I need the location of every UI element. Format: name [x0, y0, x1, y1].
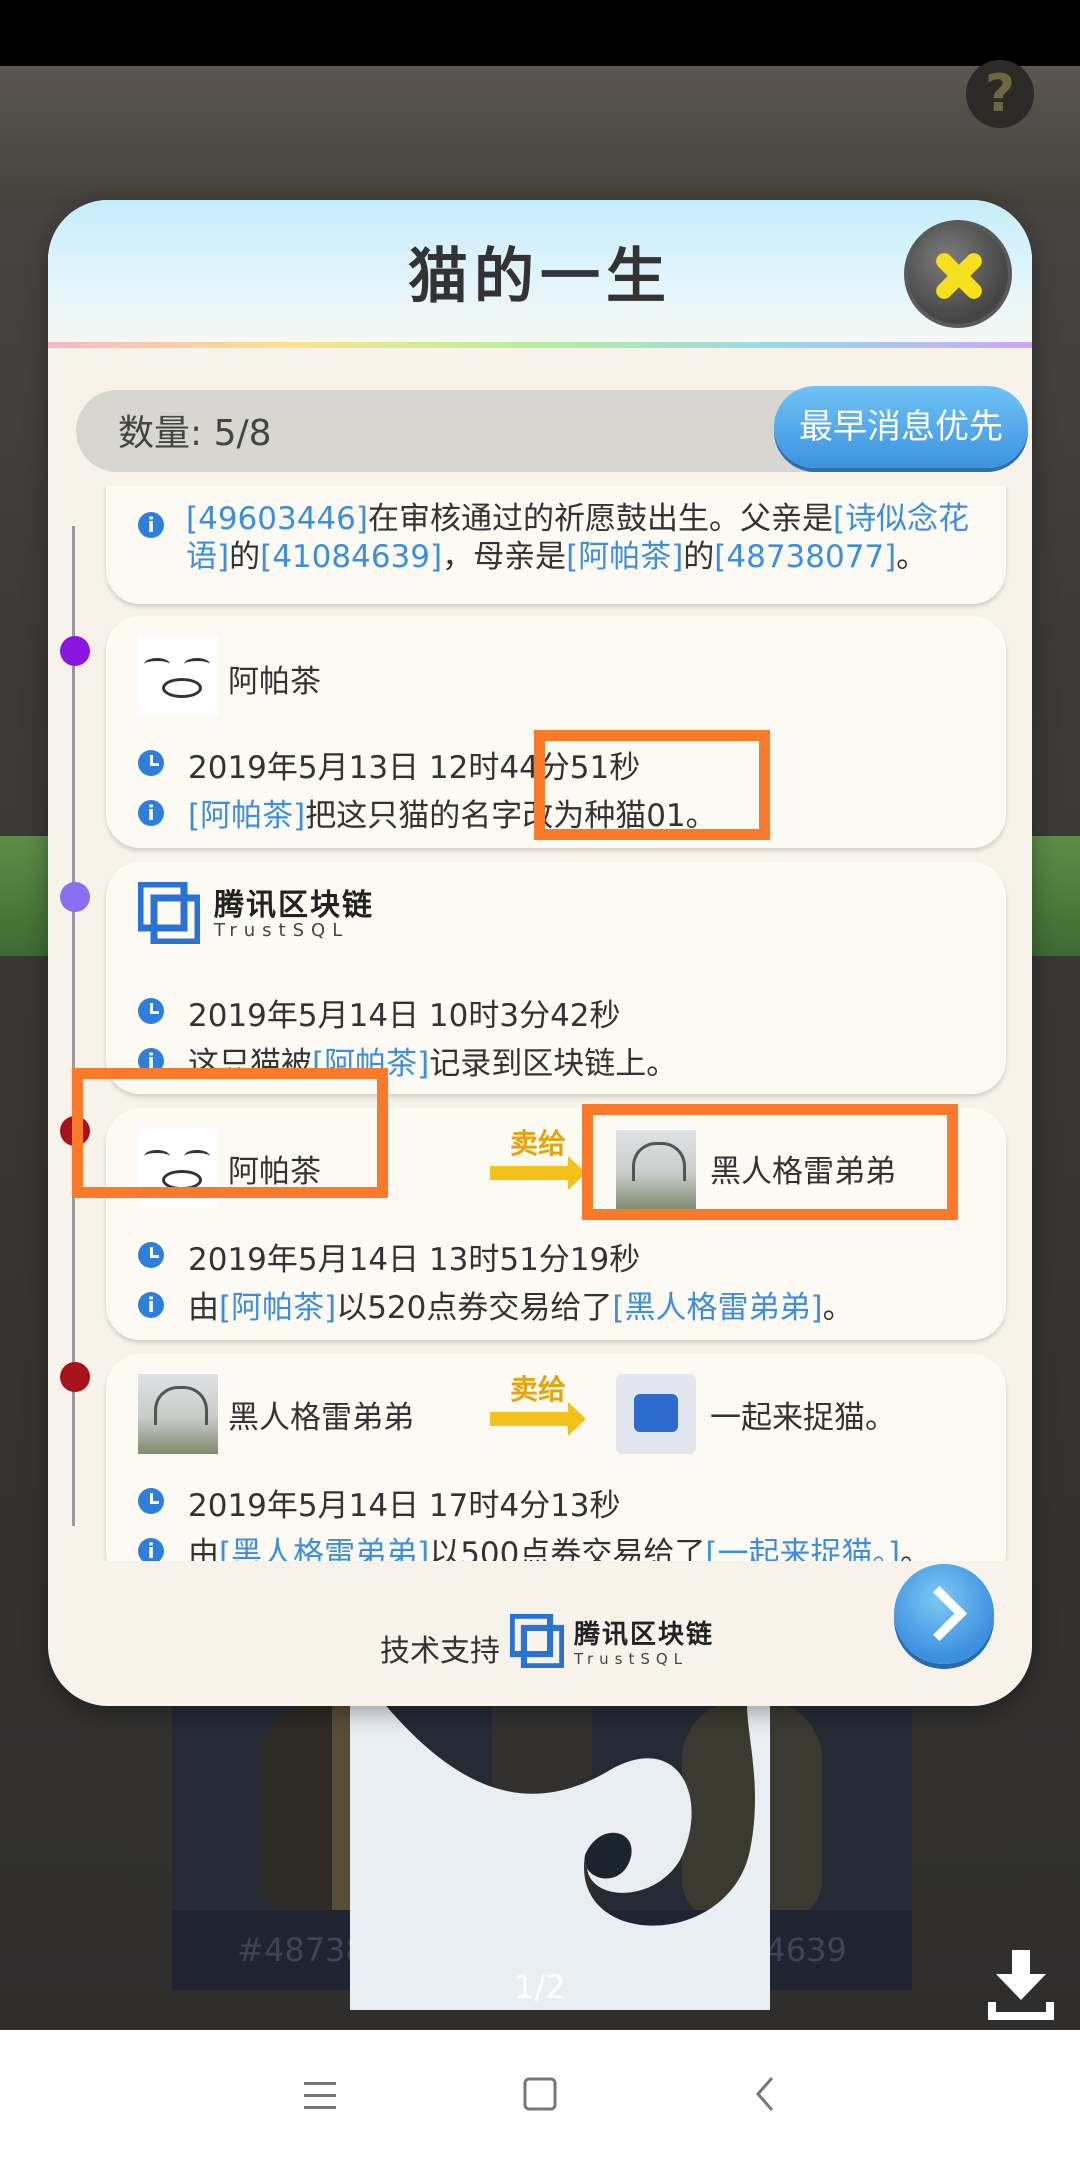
download-icon[interactable]	[988, 1950, 1054, 2020]
info-icon: i	[138, 1538, 164, 1561]
entry-info-text: 由[黑人格雷弟弟]以500点券交易给了[一起来捉猫。]。	[188, 1536, 932, 1561]
buyer-avatar[interactable]	[616, 1374, 696, 1454]
back-icon[interactable]	[736, 2070, 796, 2120]
help-icon[interactable]: ?	[966, 60, 1034, 128]
highlight-box	[582, 1104, 958, 1220]
entry-time: 2019年5月14日 13时51分19秒	[188, 1242, 641, 1278]
info-icon: i	[138, 1292, 164, 1318]
menu-icon[interactable]	[290, 2070, 350, 2120]
status-bar	[0, 0, 1080, 66]
footer-brand-sub: TrustSQL	[574, 1650, 689, 1668]
user-avatar[interactable]	[138, 636, 218, 716]
tech-support-label: 技术支持	[380, 1634, 500, 1669]
timeline-entry: 黑人格雷弟弟 卖给 一起来捉猫。 2019年5月14日 17时4分13秒 i 由…	[106, 1354, 1006, 1561]
chevron-right-icon[interactable]	[894, 1564, 994, 1664]
entry-info-text: 由[阿帕茶]以520点券交易给了[黑人格雷弟弟]。	[188, 1290, 854, 1326]
brand-sub: TrustSQL	[214, 920, 350, 941]
tencent-blockchain-logo	[510, 1614, 564, 1668]
seller-avatar[interactable]	[138, 1374, 218, 1454]
entry-time: 2019年5月14日 10时3分42秒	[188, 998, 621, 1034]
clock-icon	[138, 750, 164, 776]
close-icon[interactable]	[904, 220, 1012, 328]
user-name[interactable]: 阿帕茶	[228, 656, 321, 701]
buyer-name[interactable]: 一起来捉猫。	[710, 1392, 896, 1437]
page-indicator: 1/2	[514, 1968, 566, 2006]
count-label: 数量: 5/8	[118, 413, 272, 454]
timeline-dot	[60, 882, 90, 912]
clock-icon	[138, 998, 164, 1024]
highlight-box	[72, 1068, 388, 1198]
home-icon[interactable]	[510, 2070, 570, 2120]
timeline-dot	[60, 636, 90, 666]
sell-arrow-icon	[490, 1402, 586, 1436]
cat-life-dialog: 猫的一生 数量: 5/8 最早消息优先 i [49603446]在审核通过的祈愿…	[48, 200, 1032, 1706]
clock-icon	[138, 1242, 164, 1268]
sell-label: 卖给	[510, 1373, 567, 1406]
sell-label: 卖给	[510, 1127, 567, 1160]
seller-name[interactable]: 黑人格雷弟弟	[228, 1392, 414, 1437]
brand-name: 腾讯区块链	[214, 888, 374, 923]
info-icon: i	[138, 800, 164, 826]
sell-arrow-icon	[490, 1156, 586, 1190]
count-bar: 数量: 5/8 最早消息优先	[76, 386, 1028, 472]
sort-order-button[interactable]: 最早消息优先	[774, 386, 1028, 468]
header-divider	[48, 342, 1032, 348]
footer-brand: 腾讯区块链	[574, 1620, 715, 1650]
timeline-dot	[60, 1362, 90, 1392]
timeline-entry: 腾讯区块链 TrustSQL 2019年5月14日 10时3分42秒 i 这只猫…	[106, 862, 1006, 1094]
system-nav-bar	[0, 2030, 1080, 2160]
info-icon: i	[138, 512, 164, 538]
tencent-blockchain-logo	[138, 882, 200, 944]
background-roof	[0, 66, 1080, 206]
timeline-list[interactable]: i [49603446]在审核通过的祈愿鼓出生。父亲是[诗似念花 语]的[4108…	[48, 486, 1032, 1561]
timeline-entry: i [49603446]在审核通过的祈愿鼓出生。父亲是[诗似念花 语]的[4108…	[106, 486, 1006, 604]
entry-time: 2019年5月14日 17时4分13秒	[188, 1488, 621, 1524]
clock-icon	[138, 1488, 164, 1514]
entry-info-text: [49603446]在审核通过的祈愿鼓出生。父亲是[诗似念花 语]的[410846…	[186, 501, 970, 575]
highlight-box	[534, 730, 770, 840]
dialog-title: 猫的一生	[408, 242, 672, 312]
